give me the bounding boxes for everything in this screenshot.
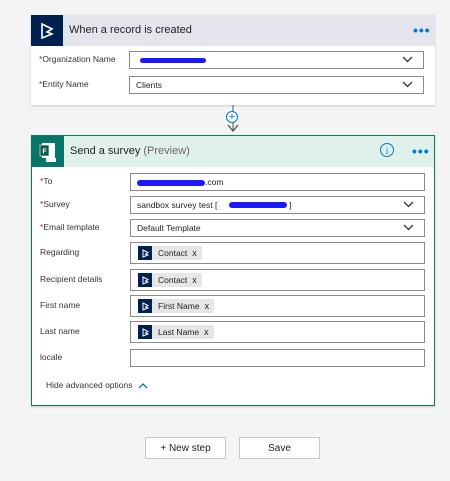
survey-row: *Survey sandbox survey test [ ] [32, 194, 434, 216]
send-survey-header[interactable]: F Send a survey (Preview) i ••• [32, 136, 434, 167]
entity-name-row: *Entity Name Clients [31, 74, 435, 96]
redacted-value [140, 58, 206, 63]
recipient-details-input[interactable]: Contact x [130, 269, 425, 291]
regarding-input[interactable]: Contact x [130, 242, 425, 264]
survey-select[interactable]: sandbox survey test [ ] [130, 196, 425, 214]
entity-name-label: *Entity Name [39, 79, 89, 89]
to-value-suffix: .com [205, 177, 224, 187]
chevron-down-icon [402, 81, 413, 88]
last-name-token[interactable]: Last Name x [138, 325, 214, 339]
organization-name-row: *Organization Name [31, 49, 435, 71]
survey-value-prefix: sandbox survey test [ [137, 200, 218, 210]
send-survey-title: Send a survey (Preview) [70, 145, 190, 157]
dynamics-365-icon [138, 299, 152, 313]
email-template-label: *Email template [40, 222, 100, 232]
token-label: Contact [158, 275, 188, 285]
remove-token-icon[interactable]: x [192, 248, 197, 258]
token-label: First Name [158, 301, 200, 311]
last-name-label: Last name [40, 326, 80, 336]
email-template-row: *Email template Default Template [32, 217, 434, 239]
first-name-label: First name [40, 300, 81, 310]
dynamics-365-icon [138, 246, 152, 260]
forms-pro-icon: F [32, 136, 64, 167]
hide-advanced-options-link[interactable]: Hide advanced options [46, 380, 148, 390]
first-name-input[interactable]: First Name x [130, 295, 425, 317]
dynamics-365-icon [31, 15, 63, 46]
new-step-button[interactable]: + New step [145, 437, 226, 459]
recipient-details-row: Recipient details Contact x [32, 269, 434, 291]
contact-token[interactable]: Contact x [138, 246, 202, 260]
regarding-row: Regarding Contact x [32, 242, 434, 264]
last-name-input[interactable]: Last Name x [130, 321, 425, 343]
contact-token[interactable]: Contact x [138, 273, 202, 287]
info-icon[interactable]: i [380, 143, 394, 157]
insert-step-button[interactable]: + [226, 111, 238, 123]
recipient-details-label: Recipient details [40, 274, 103, 284]
save-button[interactable]: Save [239, 437, 320, 459]
remove-token-icon[interactable]: x [204, 327, 209, 337]
email-template-value: Default Template [137, 223, 201, 233]
chevron-down-icon [402, 56, 413, 63]
to-row: *To .com [32, 171, 434, 193]
redacted-value [229, 202, 287, 208]
remove-token-icon[interactable]: x [205, 301, 210, 311]
trigger-more-options-icon[interactable]: ••• [413, 23, 431, 37]
add-icon: + [228, 111, 236, 123]
trigger-header[interactable]: When a record is created ••• [31, 15, 435, 46]
redacted-value [137, 180, 205, 186]
first-name-row: First name First Name x [32, 295, 434, 317]
regarding-label: Regarding [40, 247, 80, 257]
locale-input[interactable] [130, 349, 425, 367]
dynamics-365-icon [138, 325, 152, 339]
first-name-token[interactable]: First Name x [138, 299, 215, 313]
entity-name-value: Clients [136, 80, 162, 90]
action-more-options-icon[interactable]: ••• [412, 144, 430, 158]
trigger-title: When a record is created [69, 24, 192, 36]
last-name-row: Last name Last Name x [32, 321, 434, 343]
token-label: Last Name [158, 327, 200, 337]
chevron-up-icon [139, 382, 148, 388]
chevron-down-icon [403, 224, 414, 231]
trigger-card: When a record is created ••• *Organizati… [31, 15, 435, 105]
chevron-down-icon [403, 201, 414, 208]
dynamics-365-icon [138, 273, 152, 287]
locale-row: locale [32, 347, 434, 369]
organization-name-select[interactable] [129, 51, 424, 69]
token-label: Contact [158, 248, 188, 258]
locale-label: locale [40, 352, 63, 362]
to-input[interactable]: .com [130, 173, 425, 191]
survey-label: *Survey [40, 199, 70, 209]
svg-text:F: F [42, 148, 47, 155]
entity-name-select[interactable]: Clients [129, 76, 424, 94]
organization-name-label: *Organization Name [39, 54, 116, 64]
survey-value-suffix: ] [289, 200, 292, 210]
remove-token-icon[interactable]: x [192, 275, 197, 285]
send-survey-card: F Send a survey (Preview) i ••• *To .com… [31, 135, 435, 406]
email-template-select[interactable]: Default Template [130, 219, 425, 237]
hide-advanced-options-label: Hide advanced options [46, 380, 133, 390]
to-label: *To [40, 176, 53, 186]
